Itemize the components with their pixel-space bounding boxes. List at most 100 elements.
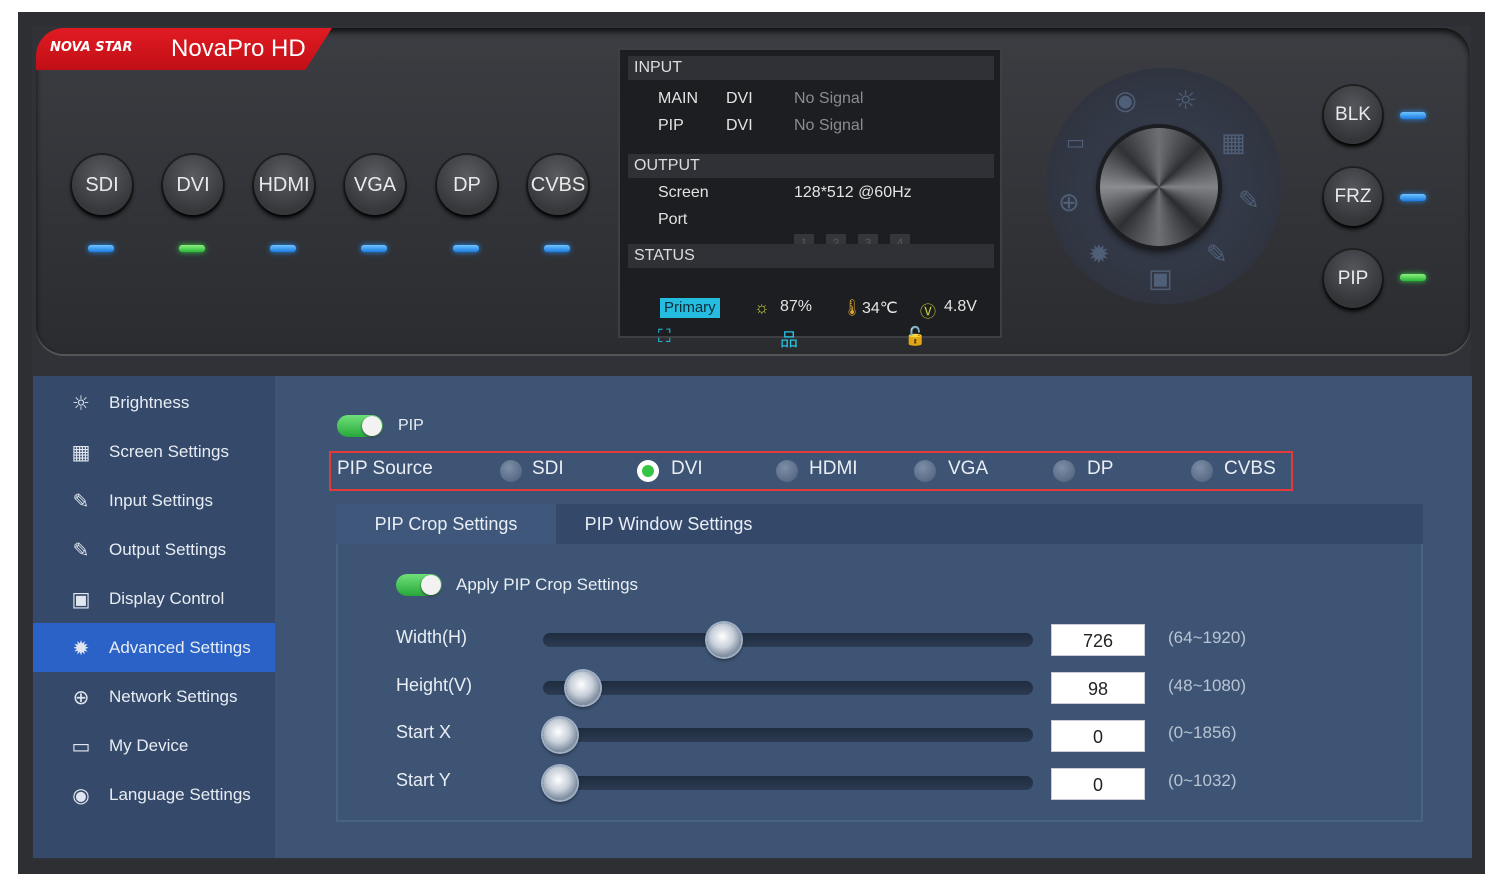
width-slider-thumb[interactable] <box>707 623 742 657</box>
sidebar-item-label: Display Control <box>109 588 225 608</box>
pip-source-option-dvi[interactable]: DVI <box>671 458 703 480</box>
pip-source-option-cvbs[interactable]: CVBS <box>1224 458 1276 480</box>
lcd-network-icon: 品 <box>780 330 798 350</box>
brand-banner: NOVA STAR NovaPro HD <box>36 28 332 70</box>
pip-source-radio-cvbs[interactable] <box>1191 460 1213 482</box>
pip-source-radio-dp[interactable] <box>1053 460 1075 482</box>
wheel-globe-icon: ⊕ <box>1058 188 1080 218</box>
tab-bar: PIP Crop Settings PIP Window Settings <box>336 504 1423 544</box>
pip-button[interactable]: PIP <box>1324 250 1382 308</box>
width-slider-track[interactable] <box>543 633 1033 647</box>
source-button-hdmi[interactable]: HDMI <box>254 155 314 215</box>
pip-source-option-vga[interactable]: VGA <box>948 458 988 480</box>
apply-crop-toggle[interactable] <box>396 574 442 596</box>
sidebar-item-label: My Device <box>109 735 189 755</box>
wrench-out-icon: ✎ <box>72 537 90 562</box>
lcd-main-label: MAIN <box>658 90 698 107</box>
sidebar-item-output-settings[interactable]: ✎ Output Settings <box>33 525 275 574</box>
pip-source-radio-dvi[interactable] <box>637 460 659 482</box>
start-x-label: Start X <box>396 722 452 742</box>
wheel-brightness-icon: ☼ <box>1174 86 1198 116</box>
height-label: Height(V) <box>396 675 473 695</box>
lcd-output-header: OUTPUT <box>628 154 994 178</box>
wheel-image-icon: ▣ <box>1148 264 1173 294</box>
blk-button[interactable]: BLK <box>1324 86 1382 144</box>
height-slider-track[interactable] <box>543 681 1033 695</box>
lcd-pip-source: DVI <box>726 117 753 134</box>
source-button-vga[interactable]: VGA <box>345 155 405 215</box>
lcd-display: INPUT MAIN DVI No Signal PIP DVI No Sign… <box>618 48 1002 350</box>
rotary-knob[interactable] <box>1100 128 1218 246</box>
lcd-temperature-value: 34℃ <box>862 300 898 317</box>
lcd-brightness-value: 87% <box>780 298 813 315</box>
settings-app: ☼ Brightness ▦ Screen Settings ✎ Input S… <box>33 376 1472 858</box>
tab-pip-crop-settings[interactable]: PIP Crop Settings <box>336 504 556 544</box>
sidebar: ☼ Brightness ▦ Screen Settings ✎ Input S… <box>33 376 275 858</box>
sidebar-item-label: Input Settings <box>109 490 213 510</box>
pip-led <box>1400 274 1426 281</box>
source-button-sdi[interactable]: SDI <box>72 155 132 215</box>
sidebar-item-network-settings[interactable]: ⊕ Network Settings <box>33 672 275 721</box>
start-y-slider-thumb[interactable] <box>543 766 577 800</box>
device-icon: ▭ <box>71 733 91 758</box>
sidebar-item-display-control[interactable]: ▣ Display Control <box>33 574 275 623</box>
lcd-input-header: INPUT <box>628 56 994 80</box>
frz-button[interactable]: FRZ <box>1324 168 1382 226</box>
lcd-temperature-icon: 🌡 <box>842 300 863 317</box>
source-led-dvi <box>179 245 205 252</box>
pip-source-option-hdmi[interactable]: HDMI <box>809 458 858 480</box>
pip-toggle[interactable] <box>337 415 383 437</box>
lcd-voltage-icon: Ⓥ <box>920 304 937 321</box>
start-x-range: (0~1856) <box>1168 723 1237 742</box>
pip-source-radio-hdmi[interactable] <box>776 460 798 482</box>
height-range: (48~1080) <box>1168 676 1246 695</box>
sidebar-item-label: Network Settings <box>109 686 238 706</box>
lcd-screen-label: Screen <box>658 184 709 201</box>
source-button-cvbs[interactable]: CVBS <box>528 155 588 215</box>
frz-led <box>1400 194 1426 201</box>
lcd-pip-status: No Signal <box>794 117 864 134</box>
wrench-in-icon: ✎ <box>72 488 90 513</box>
lcd-pip-label: PIP <box>658 117 684 134</box>
source-led-hdmi <box>270 245 296 252</box>
pip-source-radio-vga[interactable] <box>914 460 936 482</box>
lcd-screen-value: 128*512 @60Hz <box>794 184 912 201</box>
pip-source-radio-sdi[interactable] <box>500 460 522 482</box>
start-y-slider-track[interactable] <box>543 776 1033 790</box>
start-x-slider-thumb[interactable] <box>543 718 577 752</box>
source-led-dp <box>453 245 479 252</box>
pip-source-option-dp[interactable]: DP <box>1087 458 1113 480</box>
tab-pip-window-settings[interactable]: PIP Window Settings <box>556 504 781 544</box>
height-slider-thumb[interactable] <box>565 671 600 705</box>
device-front-panel: NOVA STAR NovaPro HD SDI DVI HDMI VGA DP… <box>36 28 1470 354</box>
start-y-input[interactable]: 0 <box>1051 768 1145 800</box>
sidebar-item-label: Advanced Settings <box>109 637 251 657</box>
start-x-input[interactable]: 0 <box>1051 720 1145 752</box>
sidebar-item-input-settings[interactable]: ✎ Input Settings <box>33 476 275 525</box>
gear-icon: ✹ <box>72 635 90 660</box>
wheel-wrench-out-icon: ✎ <box>1206 240 1228 270</box>
wheel-gear-icon: ✹ <box>1088 240 1110 270</box>
lcd-main-status: No Signal <box>794 90 864 107</box>
width-input[interactable]: 726 <box>1051 624 1145 656</box>
start-y-label: Start Y <box>396 770 451 790</box>
sidebar-item-language-settings[interactable]: ◉ Language Settings <box>33 770 275 819</box>
pip-source-option-sdi[interactable]: SDI <box>532 458 564 480</box>
width-label: Width(H) <box>396 627 467 647</box>
height-input[interactable]: 98 <box>1051 672 1145 704</box>
lcd-primary-badge: Primary <box>660 298 720 318</box>
sidebar-item-advanced-settings[interactable]: ✹ Advanced Settings <box>33 623 275 672</box>
globe-icon: ⊕ <box>72 684 90 709</box>
source-button-dvi[interactable]: DVI <box>163 155 223 215</box>
source-button-dp[interactable]: DP <box>437 155 497 215</box>
source-led-cvbs <box>544 245 570 252</box>
lcd-status-header: STATUS <box>628 244 994 268</box>
start-x-slider-track[interactable] <box>543 728 1033 742</box>
lcd-port-label: Port <box>658 211 688 228</box>
sidebar-item-my-device[interactable]: ▭ My Device <box>33 721 275 770</box>
sidebar-item-label: Language Settings <box>109 784 251 804</box>
sidebar-item-screen-settings[interactable]: ▦ Screen Settings <box>33 427 275 476</box>
lcd-main-source: DVI <box>726 90 753 107</box>
wheel-wrench-icon: ✎ <box>1238 186 1260 216</box>
sidebar-item-brightness[interactable]: ☼ Brightness <box>33 378 275 427</box>
